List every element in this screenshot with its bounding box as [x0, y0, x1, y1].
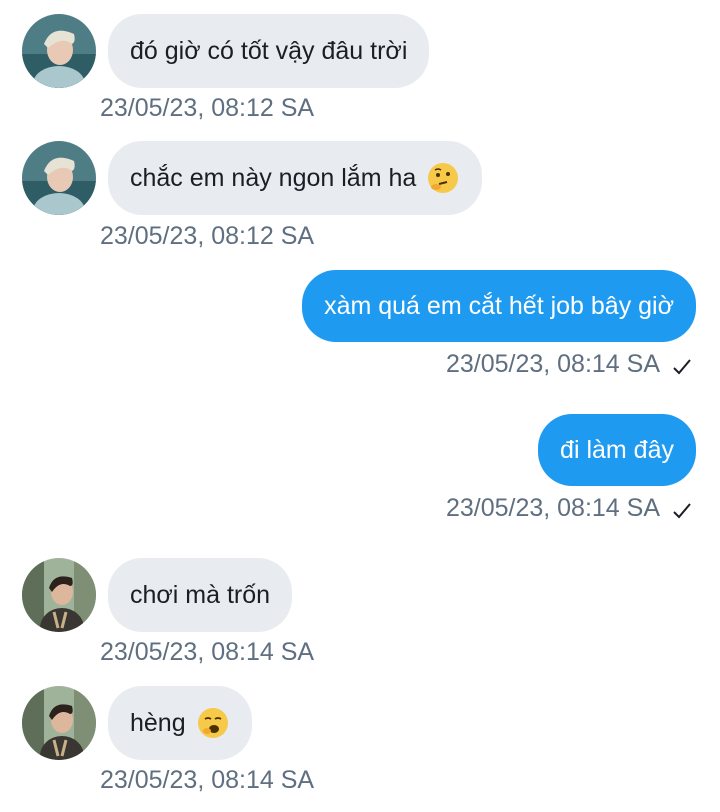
avatar-dark-hair-icon — [22, 686, 96, 760]
avatar[interactable] — [22, 558, 96, 632]
check-icon — [672, 355, 692, 375]
message-bubble[interactable]: đi làm đây — [538, 414, 696, 486]
avatar[interactable] — [22, 141, 96, 215]
yawning-face-emoji-icon — [196, 706, 230, 740]
message-timestamp: 23/05/23, 08:14 SA — [446, 494, 692, 523]
message-timestamp: 23/05/23, 08:12 SA — [100, 94, 315, 122]
avatar[interactable] — [22, 14, 96, 88]
message-text: đó giờ có tốt vậy đâu trời — [130, 36, 408, 65]
avatar-dark-hair-icon — [22, 558, 96, 632]
message-text: chơi mà trốn — [130, 580, 271, 609]
message-timestamp: 23/05/23, 08:12 SA — [100, 222, 315, 250]
message-bubble[interactable]: chắc em này ngon lắm ha — [108, 141, 483, 215]
message-timestamp: 23/05/23, 08:14 SA — [446, 350, 692, 379]
message-text: đi làm đây — [560, 435, 674, 464]
check-icon — [672, 499, 692, 519]
message-text: chắc em này ngon lắm ha — [130, 163, 417, 192]
message-bubble[interactable]: hèng — [108, 686, 252, 760]
thinking-face-emoji-icon — [426, 161, 460, 195]
message-timestamp: 23/05/23, 08:14 SA — [100, 766, 315, 794]
message-bubble[interactable]: đó giờ có tốt vậy đâu trời — [108, 14, 430, 88]
avatar-blond-man-icon — [22, 141, 96, 215]
message-text: xàm quá em cắt hết job bây giờ — [324, 291, 674, 320]
message-text: hèng — [130, 708, 186, 737]
avatar[interactable] — [22, 686, 96, 760]
avatar-blond-man-icon — [22, 14, 96, 88]
message-bubble[interactable]: xàm quá em cắt hết job bây giờ — [302, 270, 696, 342]
message-bubble[interactable]: chơi mà trốn — [108, 558, 293, 632]
message-timestamp: 23/05/23, 08:14 SA — [100, 638, 315, 666]
